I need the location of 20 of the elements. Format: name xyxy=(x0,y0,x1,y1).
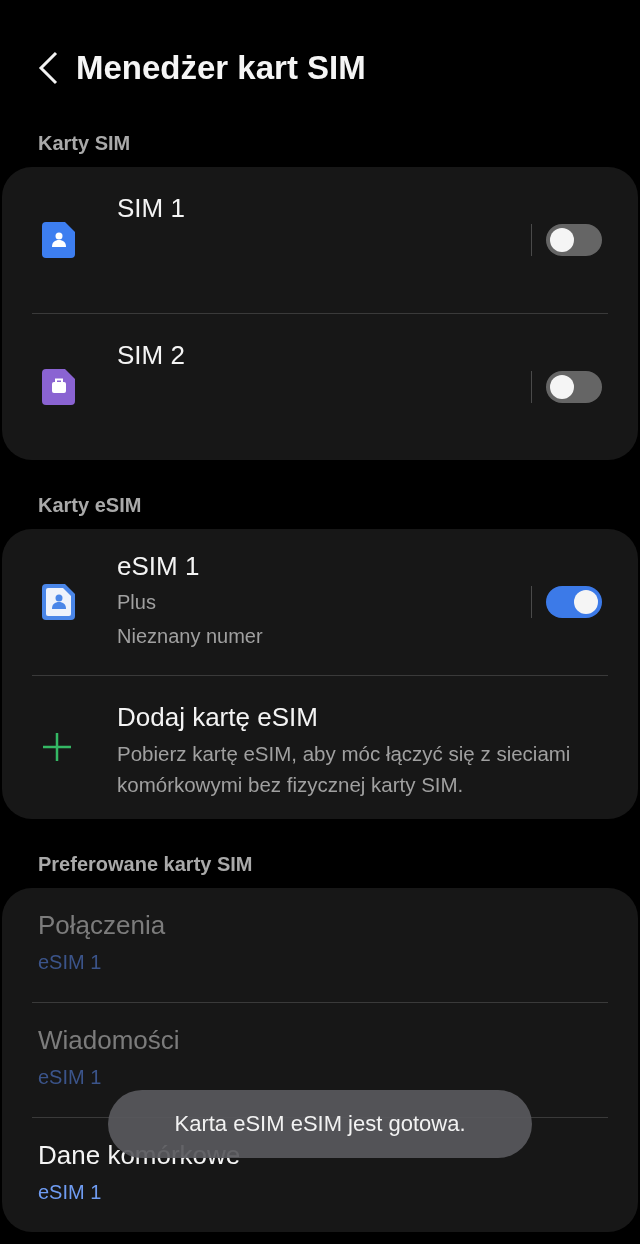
plus-icon xyxy=(42,732,72,763)
sim-detail: Nieznany numer xyxy=(117,624,264,649)
section-header: Karty eSIM xyxy=(37,493,143,518)
section-header: Preferowane karty SIM xyxy=(37,851,254,877)
back-icon[interactable] xyxy=(36,50,60,86)
page-title: Menedżer kart SIM xyxy=(76,49,366,87)
sim-name[interactable]: SIM 1 xyxy=(117,193,185,224)
toast-message: Karta eSIM eSIM jest gotowa. xyxy=(174,1111,466,1137)
setting-value: eSIM 1 xyxy=(38,1180,102,1204)
sim-name[interactable]: eSIM 1 xyxy=(117,551,200,582)
sim-name[interactable]: SIM 2 xyxy=(117,340,185,371)
setting-value: eSIM 1 xyxy=(38,950,102,974)
setting-value: eSIM 1 xyxy=(38,1065,102,1089)
description: Pobierz kartę eSIM, aby móc łączyć się z sieciami komórkowymi bez fizycznej karty SIM. xyxy=(117,741,572,798)
toggle-switch[interactable] xyxy=(546,224,602,256)
toggle-switch[interactable] xyxy=(546,371,602,403)
add-esim-link[interactable]: Dodaj kartę eSIM xyxy=(117,702,318,733)
sim-detail: Plus xyxy=(117,590,157,615)
toggle-switch[interactable] xyxy=(546,586,602,618)
section-header: Karty SIM xyxy=(37,131,132,156)
